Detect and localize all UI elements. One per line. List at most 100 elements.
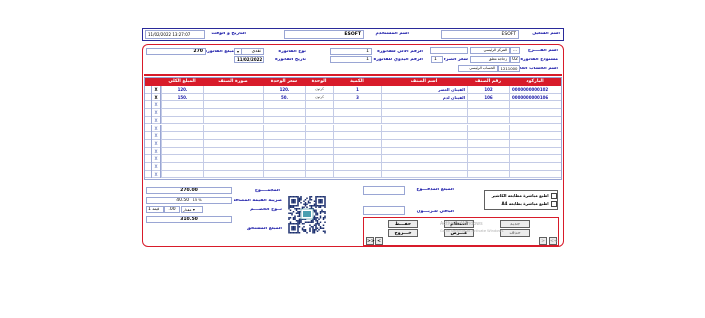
checkbox-icon[interactable] <box>551 201 557 207</box>
row-delete-marker[interactable]: X <box>151 86 161 94</box>
cell-qty[interactable] <box>333 116 381 125</box>
manual-no-field[interactable]: 1 <box>330 56 372 63</box>
row-selector[interactable] <box>145 163 151 171</box>
cell-item_no[interactable]: 102 <box>467 86 509 94</box>
company-field[interactable]: ESOFT <box>441 30 519 39</box>
cell-qty[interactable] <box>333 163 381 171</box>
paid-field[interactable] <box>363 186 405 195</box>
row-selector[interactable] <box>145 148 151 156</box>
cell-item_no[interactable] <box>467 170 509 179</box>
branch-extra[interactable] <box>430 47 468 54</box>
cell-unit[interactable] <box>305 163 333 171</box>
nav-last-button[interactable]: >> <box>366 237 375 245</box>
row-delete-marker[interactable]: X <box>151 155 161 163</box>
row-delete-marker[interactable]: X <box>151 139 161 148</box>
invoice-type-select[interactable]: نقدي ▾ <box>234 48 264 55</box>
cell-unit[interactable]: كرتون <box>305 86 333 94</box>
print-a4-option[interactable]: اطبع مباشرة بطابعة A4 <box>487 201 557 208</box>
cell-total[interactable] <box>161 124 203 133</box>
row-selector[interactable] <box>145 155 151 163</box>
cell-item_no[interactable] <box>467 132 509 140</box>
cell-total[interactable] <box>161 170 203 179</box>
cell-total[interactable] <box>161 101 203 110</box>
cell-item_no[interactable]: 106 <box>467 93 509 102</box>
cell-unit[interactable] <box>305 139 333 148</box>
table-row[interactable]: X <box>145 132 561 140</box>
cell-name[interactable]: الفيتان لدم <box>381 93 467 102</box>
cell-qty[interactable] <box>333 155 381 163</box>
cell-total[interactable] <box>161 109 203 117</box>
cell-qty[interactable]: 1 <box>333 86 381 94</box>
discount-after-field[interactable]: قيمة 1 <box>146 206 164 213</box>
cell-price[interactable] <box>263 139 305 148</box>
discount-type-select[interactable]: مقدار ▾ <box>181 206 203 213</box>
print-direct-option[interactable]: اطبع مباشرة مطابعة الكاشير <box>487 193 557 200</box>
exit-button[interactable]: خـــروج <box>388 229 418 237</box>
cell-unit[interactable] <box>305 170 333 179</box>
row-selector[interactable] <box>145 117 151 125</box>
cell-price[interactable] <box>263 101 305 110</box>
row-delete-marker[interactable]: X <box>151 109 161 117</box>
row-delete-marker[interactable]: X <box>151 101 161 110</box>
cell-name[interactable] <box>381 101 467 110</box>
row-selector[interactable] <box>145 94 151 102</box>
checkbox-icon[interactable] <box>551 193 557 199</box>
invoice-no-field[interactable]: 1 <box>330 48 372 55</box>
cell-unit[interactable]: كرتون <box>305 93 333 102</box>
cell-item_no[interactable] <box>467 109 509 117</box>
row-delete-marker[interactable]: X <box>151 147 161 156</box>
net-field[interactable]: 310.50 <box>146 216 232 223</box>
cell-total[interactable] <box>161 132 203 140</box>
cell-barcode[interactable]: 0000000000102 <box>509 86 561 94</box>
table-row[interactable]: X <box>145 101 561 110</box>
row-selector[interactable] <box>145 86 151 94</box>
cell-price[interactable] <box>263 163 305 171</box>
invoice-amount-field[interactable]: 270 <box>146 48 206 55</box>
cell-qty[interactable] <box>333 124 381 133</box>
row-selector[interactable] <box>145 132 151 140</box>
row-delete-marker[interactable]: X <box>151 170 161 179</box>
cell-qty[interactable] <box>333 170 381 179</box>
cell-total[interactable] <box>161 155 203 163</box>
cell-barcode[interactable] <box>509 124 561 133</box>
cell-item_no[interactable] <box>467 147 509 156</box>
save-button[interactable]: حفـــظ <box>388 220 418 228</box>
row-delete-marker[interactable]: X <box>151 93 161 102</box>
table-row[interactable]: X <box>145 147 561 156</box>
cell-item_no[interactable] <box>467 155 509 163</box>
cell-price[interactable] <box>263 147 305 156</box>
cell-price[interactable]: 50. <box>263 93 305 102</box>
cell-price[interactable] <box>263 155 305 163</box>
cell-qty[interactable] <box>333 109 381 117</box>
row-selector[interactable] <box>145 125 151 133</box>
cell-item_no[interactable] <box>467 124 509 133</box>
cell-name[interactable] <box>381 147 467 156</box>
cell-total[interactable] <box>161 147 203 156</box>
cell-item_no[interactable] <box>467 163 509 171</box>
account-code[interactable]: 1211000 <box>498 65 520 72</box>
cell-barcode[interactable] <box>509 109 561 117</box>
cell-name[interactable] <box>381 116 467 125</box>
cell-name[interactable] <box>381 124 467 133</box>
nav-next-button[interactable]: > <box>539 237 547 245</box>
cell-barcode[interactable] <box>509 147 561 156</box>
cell-barcode[interactable] <box>509 155 561 163</box>
cell-price[interactable] <box>263 170 305 179</box>
cell-item_no[interactable] <box>467 139 509 148</box>
cell-total[interactable] <box>161 139 203 148</box>
datetime-field[interactable]: 11/02/2022 13:27:07 <box>145 30 205 39</box>
cell-barcode[interactable] <box>509 163 561 171</box>
table-row[interactable]: X 0000000000106 106 الفيتان لدم 3 كرتون 50. 150… <box>145 93 561 102</box>
cell-name[interactable]: الفيتان العصر <box>381 86 467 94</box>
row-delete-marker[interactable]: X <box>151 124 161 133</box>
table-row[interactable]: X 0000000000102 102 الفيتان العصر 1 كرتون 120.… <box>145 86 561 94</box>
row-delete-marker[interactable]: X <box>151 163 161 171</box>
cell-unit[interactable] <box>305 132 333 140</box>
rate-field[interactable]: 1 <box>431 56 443 63</box>
cell-qty[interactable] <box>333 147 381 156</box>
cell-price[interactable] <box>263 116 305 125</box>
cell-name[interactable] <box>381 163 467 171</box>
cell-barcode[interactable] <box>509 101 561 110</box>
cell-barcode[interactable] <box>509 116 561 125</box>
table-row[interactable]: X <box>145 170 561 179</box>
